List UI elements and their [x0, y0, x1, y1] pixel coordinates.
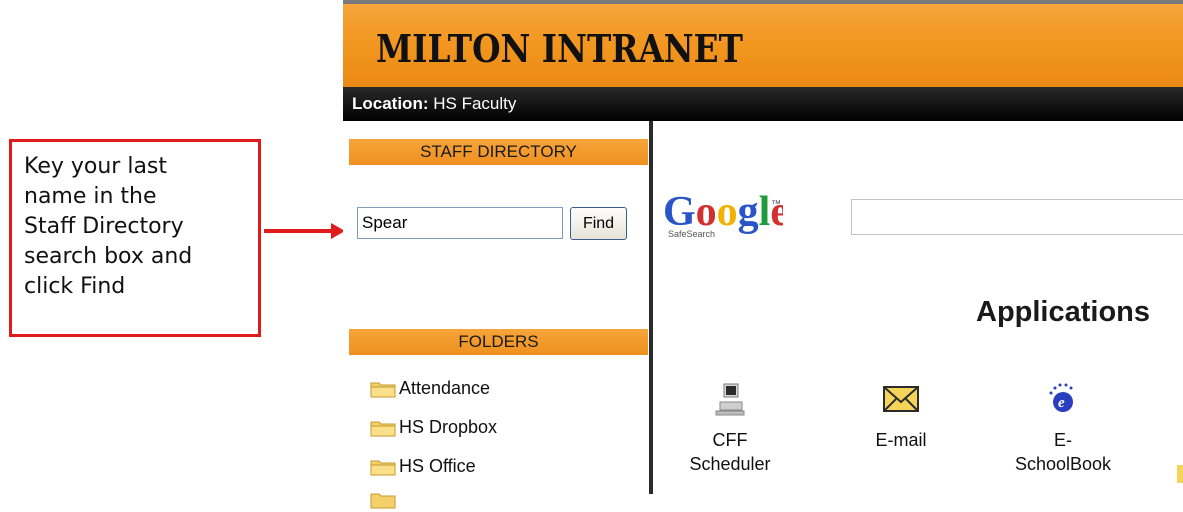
location-bar: Location: HS Faculty [343, 87, 1183, 121]
callout-text: Key your last name in the Staff Director… [24, 154, 193, 299]
svg-text:™: ™ [771, 199, 781, 210]
folder-label: Attendance [399, 377, 491, 398]
callout-arrow-line [264, 229, 331, 233]
folder-item-hs-dropbox[interactable]: HS Dropbox [370, 414, 497, 440]
app-eschoolbook[interactable]: e E- SchoolBook [1008, 380, 1118, 476]
column-divider [649, 121, 653, 494]
app-label: E-mail [875, 430, 927, 450]
folder-item-attendance[interactable]: Attendance [370, 375, 490, 401]
find-button[interactable]: Find [570, 207, 627, 240]
header-bar: MILTON INTRANET [343, 0, 1183, 87]
svg-text:SafeSearch: SafeSearch [668, 229, 715, 239]
folder-icon [370, 491, 397, 508]
applications-title: Applications [976, 296, 1151, 328]
folder-label: HS Office [399, 455, 476, 476]
app-email[interactable]: E-mail [846, 380, 956, 452]
instruction-callout: Key your last name in the Staff Director… [9, 139, 261, 337]
folder-icon [370, 419, 397, 436]
app-partial-icon [1177, 465, 1183, 483]
location-value: HS Faculty [433, 94, 517, 113]
folder-icon [370, 458, 397, 475]
location-label: Location: [352, 94, 429, 113]
staff-directory-heading: STAFF DIRECTORY [349, 139, 648, 165]
app-cff-scheduler[interactable]: CFF Scheduler [675, 380, 785, 476]
folder-label: HS Dropbox [399, 416, 498, 437]
svg-text:e: e [1058, 395, 1065, 411]
app-label: CFF Scheduler [689, 430, 771, 474]
folder-item-partial[interactable] [370, 486, 399, 512]
envelope-icon [883, 386, 919, 412]
folder-item-hs-office[interactable]: HS Office [370, 453, 476, 479]
location-text: Location: HS Faculty [352, 94, 516, 114]
eschool-icon: e [1049, 383, 1073, 412]
computer-icon [715, 383, 745, 416]
folders-heading: FOLDERS [349, 329, 648, 355]
google-logo: Google SafeSearch ™ [663, 185, 789, 239]
folder-icon [370, 380, 397, 397]
app-label: E- SchoolBook [1014, 430, 1112, 474]
site-title: MILTON INTRANET [376, 26, 743, 71]
staff-search-input[interactable] [357, 207, 563, 239]
google-search-input[interactable] [851, 199, 1183, 235]
